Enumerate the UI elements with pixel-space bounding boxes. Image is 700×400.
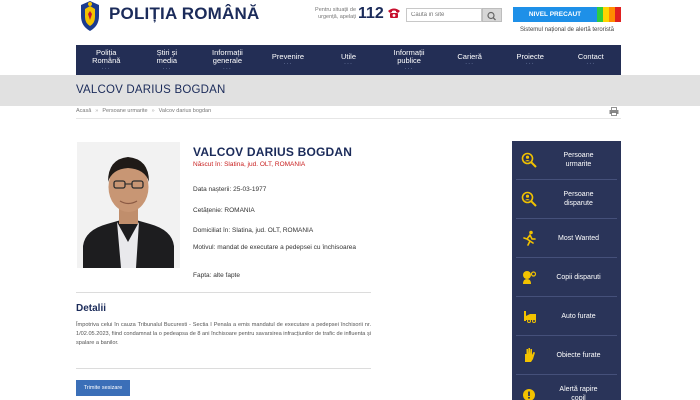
person-citizenship: Cetățenie: ROMANIA — [193, 207, 255, 214]
nav-dots: ··· — [344, 61, 354, 68]
running-man-icon — [523, 230, 536, 246]
nav-item-politia-romana[interactable]: Poliția Română ··· — [76, 45, 137, 75]
person-name: VALCOV DARIUS BOGDAN — [193, 145, 353, 159]
car-icon — [524, 311, 536, 323]
nav-label: Proiecte — [516, 51, 544, 61]
print-icon[interactable] — [609, 107, 619, 116]
emergency-number: 112 — [358, 5, 384, 22]
search-icon — [487, 11, 496, 21]
nav-label: Contact — [577, 51, 604, 61]
nav-item-proiecte[interactable]: Proiecte ··· — [500, 45, 561, 75]
nav-label: Știri și media — [156, 47, 178, 65]
nav-dots: ··· — [525, 61, 535, 68]
nav-item-prevenire[interactable]: Prevenire ··· — [258, 45, 319, 75]
person-birthplace: Născut în: Slatina, jud. OLT, ROMANIA — [193, 161, 306, 168]
breadcrumb-home[interactable]: Acasă — [76, 108, 91, 114]
nav-label: Informații generale — [211, 47, 243, 65]
person-birth-date: Data nașterii: 25-03-1977 — [193, 186, 267, 193]
breadcrumb-divider — [76, 118, 621, 119]
nav-label: Prevenire — [271, 51, 305, 61]
details-text: Împotriva celui în cauza Tribunalul Bucu… — [76, 322, 371, 346]
sidebar-item-auto-furate[interactable]: Auto furate — [512, 297, 621, 335]
breadcrumb-wanted-persons[interactable]: Persoane urmarite — [102, 108, 147, 114]
sidebar-item-label: Persoane urmarite — [563, 152, 594, 168]
breadcrumb-separator: » — [95, 108, 99, 114]
nav-label: Poliția Română — [92, 47, 121, 65]
terror-alert-level[interactable]: NIVEL PRECAUT — [513, 7, 621, 22]
person-motive: Motivul: mandat de executare a pedepsei … — [193, 244, 356, 251]
sidebar-item-label: Persoane disparute — [563, 191, 594, 207]
person-domicile: Domiciliat în: Slatina, jud. OLT, ROMANI… — [193, 227, 314, 234]
sidebar-item-most-wanted[interactable]: Most Wanted — [512, 219, 621, 257]
sidebar-item-persoane-urmarite[interactable]: Persoane urmarite — [512, 141, 621, 179]
nav-dots: ··· — [222, 65, 232, 72]
nav-item-informatii-publice[interactable]: Informații publice ··· — [379, 45, 440, 75]
breadcrumb-separator: » — [151, 108, 155, 114]
send-report-button[interactable]: Trimite sesizare — [76, 380, 130, 396]
nav-dots: ··· — [101, 65, 111, 72]
alert-caption: Sistemul național de alertă teroristă — [519, 27, 615, 33]
nav-dots: ··· — [586, 61, 596, 68]
nav-item-utile[interactable]: Utile ··· — [318, 45, 379, 75]
search-button[interactable] — [482, 8, 502, 22]
child-icon — [523, 271, 537, 284]
section-divider — [76, 368, 371, 369]
alert-color-red — [615, 7, 621, 22]
phone-icon — [388, 8, 400, 18]
search-person-icon — [521, 152, 537, 168]
search-input[interactable] — [406, 8, 482, 22]
sidebar-item-persoane-disparute[interactable]: Persoane disparute — [512, 180, 621, 218]
page-title: VALCOV DARIUS BOGDAN — [76, 84, 226, 96]
sidebar-item-copii-disparuti[interactable]: Copii disparuti — [512, 258, 621, 296]
sidebar-item-label: Auto furate — [561, 312, 596, 320]
sidebar-item-label: Copii disparuti — [556, 273, 601, 281]
alert-level-colors — [597, 7, 621, 22]
nav-dots: ··· — [162, 65, 172, 72]
sidebar-item-obiecte-furate[interactable]: Obiecte furate — [512, 336, 621, 374]
breadcrumb: Acasă » Persoane urmarite » Valcov dariu… — [76, 108, 211, 114]
alert-level-label: NIVEL PRECAUT — [513, 7, 597, 22]
sidebar-menu: Persoane urmarite Persoane disparute Mos… — [512, 141, 621, 400]
nav-item-stiri-media[interactable]: Știri și media ··· — [137, 45, 198, 75]
person-photo — [77, 142, 180, 268]
breadcrumb-current: Valcov darius bogdan — [158, 108, 212, 114]
person-portrait-image — [77, 142, 180, 268]
nav-dots: ··· — [465, 61, 475, 68]
sidebar-item-label: Alertă rapire copil — [559, 386, 598, 400]
search-missing-icon — [521, 191, 537, 207]
hand-icon — [525, 348, 535, 362]
details-heading: Detalii — [76, 303, 107, 314]
sidebar-item-label: Obiecte furate — [556, 351, 601, 359]
site-logo-text[interactable]: POLIȚIA ROMÂNĂ — [109, 4, 259, 24]
nav-dots: ··· — [404, 65, 414, 72]
sidebar-item-label: Most Wanted — [558, 234, 599, 242]
nav-label: Informații publice — [393, 47, 425, 65]
romanian-crest-icon[interactable] — [77, 0, 103, 32]
nav-item-informatii-generale[interactable]: Informații generale ··· — [197, 45, 258, 75]
urgency-text: Pentru situații de urgență, apelați — [315, 7, 356, 20]
main-navigation: Poliția Română ··· Știri și media ··· Info… — [76, 45, 621, 75]
nav-label: Utile — [341, 51, 357, 61]
site-header: POLIȚIA ROMÂNĂ Pentru situații de urgenț… — [0, 0, 700, 45]
nav-item-contact[interactable]: Contact ··· — [561, 45, 622, 75]
nav-label: Carieră — [457, 51, 482, 61]
nav-item-cariera[interactable]: Carieră ··· — [439, 45, 500, 75]
person-offence: Fapta: alte fapte — [193, 272, 240, 279]
section-divider — [76, 292, 371, 293]
nav-dots: ··· — [283, 61, 293, 68]
alert-icon — [523, 389, 535, 400]
sidebar-item-alerta-rapire-copil[interactable]: Alertă rapire copil — [512, 375, 621, 400]
